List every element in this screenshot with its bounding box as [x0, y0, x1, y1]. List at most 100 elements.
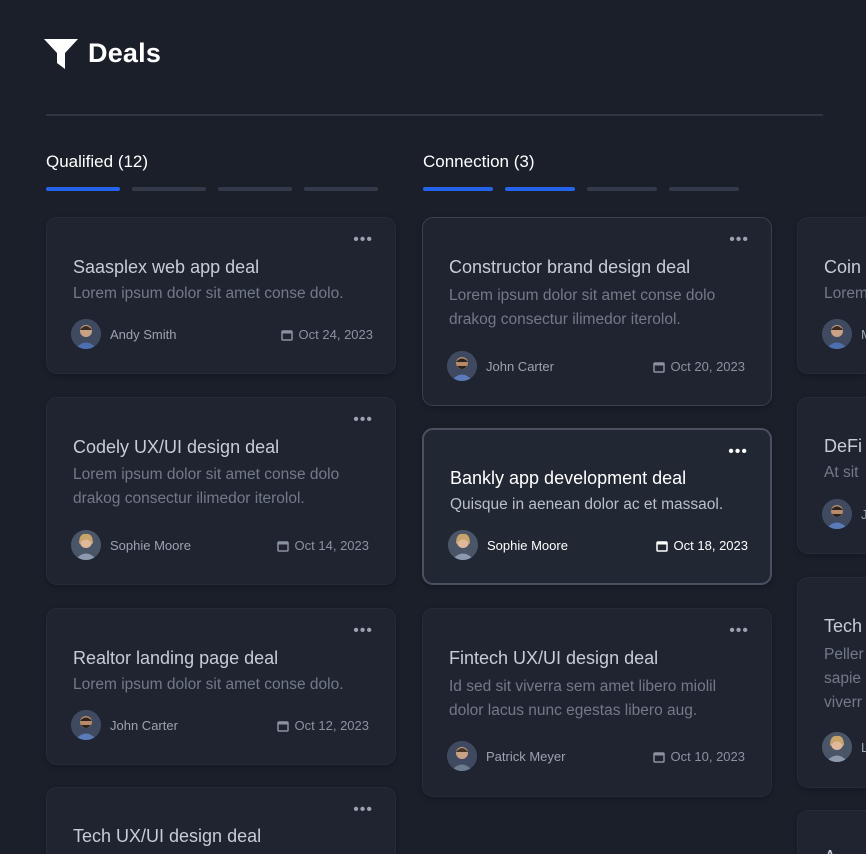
avatar — [822, 499, 852, 529]
avatar — [448, 530, 478, 560]
owner-name: L — [861, 740, 866, 755]
deal-description: At sit — [824, 464, 859, 481]
column-progress — [423, 187, 739, 191]
date-text: Oct 14, 2023 — [294, 538, 369, 553]
progress-segment — [423, 187, 493, 191]
person-avatar-icon — [447, 351, 477, 381]
calendar-icon — [655, 540, 668, 552]
header-divider — [46, 114, 823, 116]
deal-owner: M — [822, 319, 866, 349]
more-options-icon[interactable]: ••• — [728, 444, 748, 460]
deal-description-line: sapie — [824, 670, 862, 687]
deal-title: Codely UX/UI design deal — [73, 437, 280, 457]
deal-card[interactable]: ••• Tech UX/UI design deal — [46, 787, 396, 854]
deal-card[interactable]: ••• Constructor brand design deal Lorem … — [422, 217, 772, 406]
avatar — [822, 732, 852, 762]
deal-description: Lorem ipsum dolor sit amet conse dolo dr… — [73, 466, 340, 507]
deal-description: Quisque in aenean dolor ac et massaol. — [450, 496, 724, 513]
deal-owner: Sophie Moore — [71, 530, 191, 560]
deal-title: Constructor brand design deal — [449, 257, 691, 277]
deal-title: Tech — [824, 616, 863, 636]
calendar-icon — [276, 540, 289, 552]
deal-title: A — [824, 847, 836, 854]
deal-description-line: viverr — [824, 694, 862, 711]
date-text: Oct 12, 2023 — [294, 718, 369, 733]
deal-title: Saasplex web app deal — [73, 257, 260, 277]
deal-date: Oct 10, 2023 — [652, 749, 745, 764]
avatar — [71, 710, 101, 740]
deal-owner: Patrick Meyer — [447, 741, 565, 771]
avatar — [822, 319, 852, 349]
owner-name: J — [861, 507, 866, 522]
calendar-icon — [276, 720, 289, 732]
deal-description-line: Peller — [824, 646, 864, 663]
person-avatar-icon — [822, 319, 852, 349]
avatar — [447, 351, 477, 381]
deal-card[interactable]: ••• Realtor landing page deal Lorem ipsu… — [46, 608, 396, 765]
avatar — [71, 319, 101, 349]
person-avatar-icon — [822, 732, 852, 762]
deal-card[interactable]: ••• Fintech UX/UI design deal Id sed sit… — [422, 608, 772, 797]
person-avatar-icon — [822, 499, 852, 529]
owner-name: Andy Smith — [110, 326, 177, 342]
deal-card[interactable]: Tech Peller sapie viverr L — [797, 577, 866, 788]
deal-title: Bankly app development deal — [450, 468, 687, 488]
funnel-icon — [44, 38, 78, 69]
more-options-icon[interactable]: ••• — [353, 623, 373, 639]
deal-card[interactable]: ••• Saasplex web app deal Lorem ipsum do… — [46, 217, 396, 374]
more-options-icon[interactable]: ••• — [729, 623, 749, 639]
progress-segment — [218, 187, 292, 191]
owner-name: John Carter — [486, 358, 554, 374]
progress-segment — [46, 187, 120, 191]
deal-card[interactable]: Coin Lorem M — [797, 217, 866, 374]
deal-card[interactable]: A — [797, 810, 866, 854]
column-title: Connection (3) — [423, 152, 535, 171]
deal-owner: Sophie Moore — [448, 530, 568, 560]
deal-description: Lorem ipsum dolor sit amet conse dolo. — [73, 285, 344, 302]
deal-owner: L — [822, 732, 866, 762]
column-qualified: Qualified (12) — [46, 150, 378, 191]
progress-segment — [505, 187, 575, 191]
deal-description: Lorem ipsum dolor sit amet conse dolo dr… — [449, 287, 716, 328]
more-options-icon[interactable]: ••• — [729, 232, 749, 248]
date-text: Oct 18, 2023 — [673, 538, 748, 553]
deal-card-selected[interactable]: ••• Bankly app development deal Quisque … — [422, 428, 772, 585]
progress-segment — [587, 187, 657, 191]
owner-name: John Carter — [110, 717, 178, 733]
deal-title: Tech UX/UI design deal — [73, 826, 262, 846]
deal-date: Oct 18, 2023 — [655, 538, 748, 553]
deal-title: Fintech UX/UI design deal — [449, 648, 659, 668]
more-options-icon[interactable]: ••• — [353, 802, 373, 818]
avatar — [447, 741, 477, 771]
deal-card[interactable]: ••• Codely UX/UI design deal Lorem ipsum… — [46, 397, 396, 585]
person-avatar-icon — [448, 530, 478, 560]
more-options-icon[interactable]: ••• — [353, 412, 373, 428]
deal-date: Oct 14, 2023 — [276, 538, 369, 553]
person-avatar-icon — [71, 710, 101, 740]
person-avatar-icon — [71, 319, 101, 349]
progress-segment — [304, 187, 378, 191]
deal-title: Realtor landing page deal — [73, 648, 279, 668]
person-avatar-icon — [71, 530, 101, 560]
deal-description: Lorem — [824, 285, 866, 302]
deal-date: Oct 12, 2023 — [276, 718, 369, 733]
owner-name: Sophie Moore — [110, 537, 191, 553]
deal-description: Lorem ipsum dolor sit amet conse dolo. — [73, 676, 344, 693]
avatar — [71, 530, 101, 560]
more-options-icon[interactable]: ••• — [353, 232, 373, 248]
calendar-icon — [652, 361, 665, 373]
owner-name: Patrick Meyer — [486, 748, 566, 764]
person-avatar-icon — [447, 741, 477, 771]
column-progress — [46, 187, 378, 191]
deal-title: DeFi — [824, 436, 863, 456]
owner-name: M — [861, 327, 866, 342]
date-text: Oct 10, 2023 — [670, 749, 745, 764]
column-title: Qualified (12) — [46, 152, 149, 171]
deal-description: Id sed sit viverra sem amet libero mioli… — [449, 678, 717, 719]
progress-segment — [669, 187, 739, 191]
deal-owner: John Carter — [447, 351, 554, 381]
progress-segment — [132, 187, 206, 191]
deal-owner: J — [822, 499, 866, 529]
calendar-icon — [652, 751, 665, 763]
deal-card[interactable]: DeFi At sit J — [797, 397, 866, 554]
